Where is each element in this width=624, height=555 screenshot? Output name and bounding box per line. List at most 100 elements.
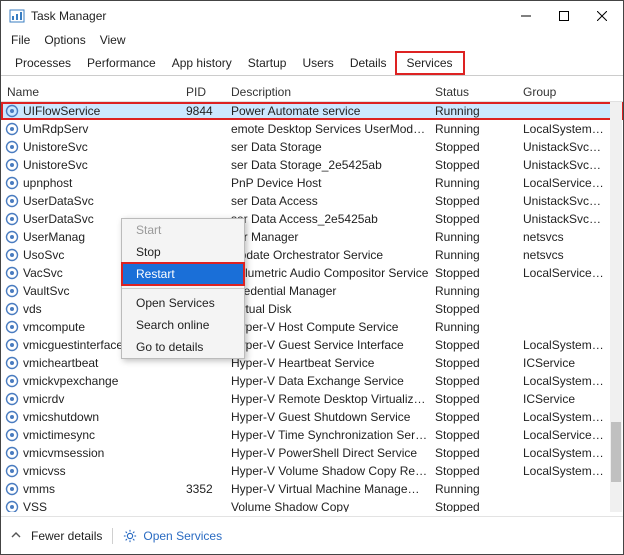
service-group: netsvcs (523, 230, 623, 244)
service-status: Stopped (435, 464, 523, 478)
tab-performance[interactable]: Performance (79, 51, 164, 75)
ctx-search-online[interactable]: Search online (122, 314, 244, 336)
column-headers: Name PID Description Status Group (1, 76, 623, 102)
service-icon (5, 428, 19, 442)
table-row[interactable]: vmms 3352 Hyper-V Virtual Machine Manage… (1, 480, 623, 498)
service-desc: Volumetric Audio Compositor Service (231, 266, 435, 280)
table-row[interactable]: vmicshutdown Hyper-V Guest Shutdown Serv… (1, 408, 623, 426)
service-name: UserManag (23, 230, 85, 244)
scrollbar-thumb[interactable] (611, 422, 621, 482)
service-status: Stopped (435, 428, 523, 442)
ctx-go-to-details[interactable]: Go to details (122, 336, 244, 358)
service-name: UnistoreSvc (23, 140, 88, 154)
table-row[interactable]: upnphost PnP Device Host Running LocalSe… (1, 174, 623, 192)
service-status: Running (435, 482, 523, 496)
tab-users[interactable]: Users (294, 51, 341, 75)
table-row[interactable]: vmicheartbeat Hyper-V Heartbeat Service … (1, 354, 623, 372)
table-row[interactable]: UmRdpServ emote Desktop Services UserMod… (1, 120, 623, 138)
table-row[interactable]: VaultSvc 1108 Credential Manager Running (1, 282, 623, 300)
service-status: Stopped (435, 302, 523, 316)
service-status: Running (435, 248, 523, 262)
services-list[interactable]: UIFlowService 9844 Power Automate servic… (1, 102, 623, 512)
app-icon (9, 8, 25, 24)
table-row[interactable]: vmictimesync Hyper-V Time Synchronizatio… (1, 426, 623, 444)
col-pid[interactable]: PID (186, 85, 231, 99)
service-group: LocalSystemNe... (523, 446, 623, 460)
open-services-label: Open Services (143, 529, 222, 543)
window-title: Task Manager (31, 9, 507, 23)
ctx-separator (122, 288, 244, 289)
table-row[interactable]: vmicguestinterface Hyper-V Guest Service… (1, 336, 623, 354)
menu-bar: File Options View (1, 31, 623, 51)
service-desc: Hyper-V Time Synchronization Service (231, 428, 435, 442)
col-group[interactable]: Group (523, 85, 623, 99)
service-status: Stopped (435, 158, 523, 172)
table-row[interactable]: vds Virtual Disk Stopped (1, 300, 623, 318)
service-icon (5, 464, 19, 478)
service-status: Running (435, 176, 523, 190)
service-icon (5, 284, 19, 298)
service-name: vmcompute (23, 320, 85, 334)
service-group: UnistackSvcGro... (523, 212, 623, 226)
task-manager-window: Task Manager File Options View Processes… (0, 0, 624, 555)
tab-details[interactable]: Details (342, 51, 395, 75)
service-desc: ser Data Storage_2e5425ab (231, 158, 435, 172)
service-status: Stopped (435, 338, 523, 352)
service-name: vmictimesync (23, 428, 95, 442)
col-status[interactable]: Status (435, 85, 523, 99)
maximize-button[interactable] (545, 2, 583, 30)
table-row[interactable]: UsoSvc 12696 Update Orchestrator Service… (1, 246, 623, 264)
service-icon (5, 374, 19, 388)
menu-options[interactable]: Options (44, 33, 85, 47)
open-services-link[interactable]: Open Services (123, 529, 222, 543)
scrollbar[interactable] (610, 102, 622, 512)
table-row[interactable]: vmicvmsession Hyper-V PowerShell Direct … (1, 444, 623, 462)
service-name: UnistoreSvc (23, 158, 88, 172)
tab-services[interactable]: Services (395, 51, 465, 75)
close-button[interactable] (583, 2, 621, 30)
fewer-details-button[interactable]: Fewer details (31, 529, 102, 543)
service-group: ICService (523, 356, 623, 370)
service-status: Stopped (435, 446, 523, 460)
table-row[interactable]: VacSvc Volumetric Audio Compositor Servi… (1, 264, 623, 282)
menu-file[interactable]: File (11, 33, 30, 47)
table-row[interactable]: UnistoreSvc ser Data Storage Stopped Uni… (1, 138, 623, 156)
service-desc: PnP Device Host (231, 176, 435, 190)
table-row[interactable]: UserDataSvc ser Data Access Stopped Unis… (1, 192, 623, 210)
table-row[interactable]: vmicrdv Hyper-V Remote Desktop Virtualiz… (1, 390, 623, 408)
table-row[interactable]: VSS Volume Shadow Copy Stopped (1, 498, 623, 512)
service-name: vmicrdv (23, 392, 64, 406)
ctx-stop[interactable]: Stop (122, 241, 244, 263)
table-row[interactable]: vmicvss Hyper-V Volume Shadow Copy Reque… (1, 462, 623, 480)
title-bar[interactable]: Task Manager (1, 1, 623, 31)
service-icon (5, 248, 19, 262)
col-name[interactable]: Name (1, 85, 186, 99)
service-icon (5, 194, 19, 208)
menu-view[interactable]: View (100, 33, 126, 47)
tab-startup[interactable]: Startup (240, 51, 295, 75)
service-group: LocalServiceNe... (523, 428, 623, 442)
table-row[interactable]: UserManag ser Manager Running netsvcs (1, 228, 623, 246)
tab-processes[interactable]: Processes (7, 51, 79, 75)
service-name: UmRdpServ (23, 122, 88, 136)
service-icon (5, 212, 19, 226)
service-desc: Credential Manager (231, 284, 435, 298)
ctx-open-services[interactable]: Open Services (122, 292, 244, 314)
table-row[interactable]: UnistoreSvc ser Data Storage_2e5425ab St… (1, 156, 623, 174)
service-status: Stopped (435, 356, 523, 370)
service-icon (5, 122, 19, 136)
table-row[interactable]: vmickvpexchange Hyper-V Data Exchange Se… (1, 372, 623, 390)
service-desc: Hyper-V Host Compute Service (231, 320, 435, 334)
chevron-up-icon[interactable] (11, 529, 21, 543)
service-status: Stopped (435, 266, 523, 280)
tab-app-history[interactable]: App history (164, 51, 240, 75)
ctx-start[interactable]: Start (122, 219, 244, 241)
service-pid: 9844 (186, 104, 231, 118)
table-row[interactable]: UserDataSvc ser Data Access_2e5425ab Sto… (1, 210, 623, 228)
minimize-button[interactable] (507, 2, 545, 30)
service-name: vmicshutdown (23, 410, 99, 424)
ctx-restart[interactable]: Restart (122, 263, 244, 285)
table-row[interactable]: vmcompute 7704 Hyper-V Host Compute Serv… (1, 318, 623, 336)
col-description[interactable]: Description (231, 85, 435, 99)
table-row[interactable]: UIFlowService 9844 Power Automate servic… (1, 102, 623, 120)
